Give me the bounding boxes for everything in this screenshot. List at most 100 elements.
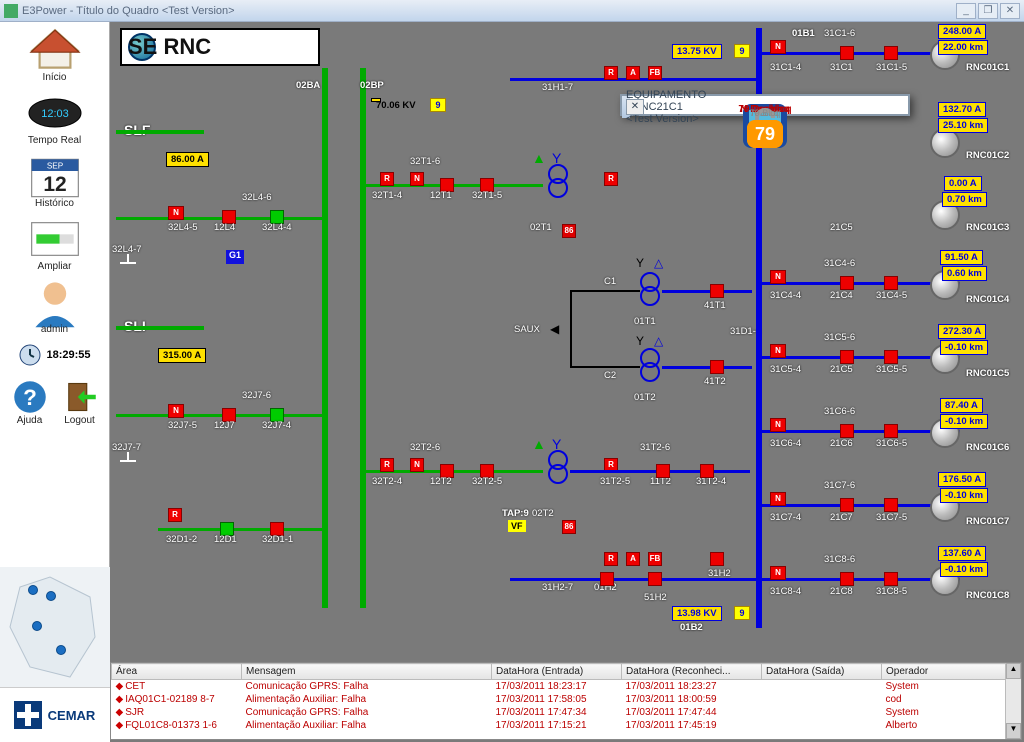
close-button[interactable]: ✕ xyxy=(1000,3,1020,19)
breaker[interactable]: R xyxy=(604,552,618,566)
wire xyxy=(570,290,572,368)
breaker[interactable]: R xyxy=(604,66,618,80)
sidebar-item-ajuda[interactable]: ? Ajuda xyxy=(8,379,52,426)
ground-icon xyxy=(120,254,136,272)
breaker[interactable] xyxy=(840,572,854,586)
lbl: 12D1 xyxy=(214,534,237,545)
lbl: 31C5-5 xyxy=(876,364,907,375)
breaker[interactable] xyxy=(656,464,670,478)
label: Ajuda xyxy=(17,415,43,426)
col-in[interactable]: DataHora (Entrada) xyxy=(492,664,622,680)
popup-item-79desbloq[interactable]: 79 Desbloq 79 79 Bloq xyxy=(733,104,797,148)
breaker[interactable] xyxy=(648,572,662,586)
breaker[interactable]: R xyxy=(604,172,618,186)
minimize-button[interactable]: _ xyxy=(956,3,976,19)
map-dot[interactable] xyxy=(32,621,42,631)
breaker[interactable] xyxy=(840,350,854,364)
arrow-icon: ◀ xyxy=(550,322,559,336)
col-out[interactable]: DataHora (Saída) xyxy=(762,664,882,680)
wire xyxy=(158,528,326,531)
sidebar-item-admin[interactable]: admin xyxy=(10,280,100,335)
alarm-row[interactable]: CETComunicação GPRS: Falha17/03/2011 18:… xyxy=(112,680,1021,694)
col-area[interactable]: Área xyxy=(112,664,242,680)
breaker-41t1[interactable] xyxy=(710,284,724,298)
breaker[interactable]: R xyxy=(168,508,182,522)
breaker[interactable]: FB xyxy=(648,66,662,80)
feeder-amps: 132.70 A xyxy=(938,102,986,117)
breaker[interactable]: A xyxy=(626,552,640,566)
aux-xfmr-2 xyxy=(640,348,662,388)
sidebar-item-historico[interactable]: SEP12 Histórico xyxy=(10,154,100,209)
breaker[interactable]: FB xyxy=(648,552,662,566)
alarm-table[interactable]: Área Mensagem DataHora (Entrada) DataHor… xyxy=(111,663,1021,732)
sidebar-item-temporeal[interactable]: 12:03 Tempo Real xyxy=(10,91,100,146)
sidebar-item-inicio[interactable]: Início xyxy=(10,28,100,83)
feeder-id: RNC01C3 xyxy=(966,222,1009,233)
lbl: 31C8-5 xyxy=(876,586,907,597)
alarm-scrollbar[interactable]: ▲ ▼ xyxy=(1005,663,1021,739)
breaker[interactable] xyxy=(840,276,854,290)
sidebar-item-ampliar[interactable]: Ampliar xyxy=(10,217,100,272)
label-02bp: 02BP xyxy=(360,80,384,91)
feeder-km: -0.10 km xyxy=(940,414,988,429)
feeder-amps: 91.50 A xyxy=(940,250,983,265)
breaker[interactable]: N xyxy=(410,458,424,472)
lbl: 31C4-5 xyxy=(876,290,907,301)
label: Histórico xyxy=(35,198,74,209)
alarm-row[interactable]: IAQ01C1-02189 8-7Alimentação Auxiliar: F… xyxy=(112,693,1021,706)
breaker[interactable] xyxy=(600,572,614,586)
sidebar-item-logout[interactable]: Logout xyxy=(58,379,102,426)
breaker[interactable]: N xyxy=(410,172,424,186)
alarm-row[interactable]: SJRComunicação GPRS: Falha17/03/2011 17:… xyxy=(112,706,1021,719)
feeder-km: 0.70 km xyxy=(942,192,987,207)
col-ack[interactable]: DataHora (Reconheci... xyxy=(622,664,762,680)
lbl: 12J7 xyxy=(214,420,235,431)
station-name: SE RNC xyxy=(128,34,211,60)
lbl: 31H2-7 xyxy=(542,582,573,593)
label: admin xyxy=(41,324,68,335)
breaker[interactable] xyxy=(840,46,854,60)
map-dot[interactable] xyxy=(46,591,56,601)
scroll-up[interactable]: ▲ xyxy=(1006,663,1021,679)
busbar-02bp[interactable] xyxy=(360,68,366,608)
breaker[interactable]: R xyxy=(380,172,394,186)
disc[interactable] xyxy=(884,572,898,586)
feeder-amps: 0.00 A xyxy=(944,176,982,191)
breaker[interactable]: A xyxy=(626,66,640,80)
col-msg[interactable]: Mensagem xyxy=(242,664,492,680)
indicator: 9 xyxy=(734,44,750,58)
oneline-diagram[interactable]: SE RNC 02BA 02BP 70.06 KV 9 SLF 86.00 A … xyxy=(110,22,1024,660)
lbl: 31C8-4 xyxy=(770,586,801,597)
sidebar: Início 12:03 Tempo Real SEP12 Histórico … xyxy=(0,22,110,742)
disc[interactable] xyxy=(884,424,898,438)
breaker[interactable]: R xyxy=(380,458,394,472)
map-dot[interactable] xyxy=(56,645,66,655)
disc[interactable] xyxy=(700,464,714,478)
busbar-02ba[interactable] xyxy=(322,68,328,608)
disc[interactable] xyxy=(884,46,898,60)
disc[interactable] xyxy=(884,276,898,290)
maximize-button[interactable]: ❐ xyxy=(978,3,998,19)
lbl: 32T2-4 xyxy=(372,476,402,487)
breaker-41t2[interactable] xyxy=(710,360,724,374)
lbl: 31C1 xyxy=(830,62,853,73)
transformer-02t2[interactable] xyxy=(548,450,570,490)
breaker[interactable] xyxy=(710,552,724,566)
lbl: 31C7-6 xyxy=(824,480,855,491)
disc[interactable] xyxy=(884,498,898,512)
disc[interactable] xyxy=(884,350,898,364)
breaker[interactable] xyxy=(840,498,854,512)
lbl: 31T2-5 xyxy=(600,476,630,487)
col-op[interactable]: Operador xyxy=(882,664,1021,680)
breaker[interactable] xyxy=(840,424,854,438)
transformer-02t1[interactable] xyxy=(548,164,570,204)
sidebar-clock: 18:29:55 xyxy=(10,343,100,367)
map-dot[interactable] xyxy=(28,585,38,595)
app-icon xyxy=(4,4,18,18)
clock-time: 18:29:55 xyxy=(46,349,90,361)
realtime-icon: 12:03 xyxy=(27,91,83,135)
alarm-row[interactable]: FQL01C8-01373 1-6Alimentação Auxiliar: F… xyxy=(112,719,1021,732)
voltage-02bp: 70.06 KV xyxy=(371,98,381,102)
scroll-down[interactable]: ▼ xyxy=(1006,723,1021,739)
station-header: SE RNC xyxy=(120,28,320,66)
